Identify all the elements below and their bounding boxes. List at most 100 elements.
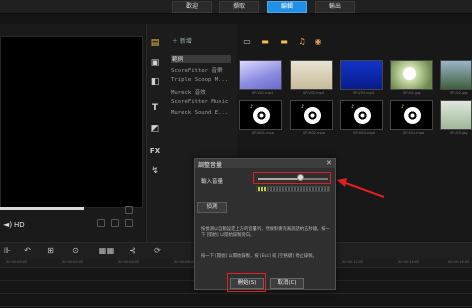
meter-segment [267,187,269,191]
ruler-label: 00:00:14:00 [398,260,420,264]
instruction-text-2: 按一下 [開始] 以開始錄製，按 [Esc] 或 [空格鍵] 停止錄製。 [201,254,317,259]
disc-icon [304,107,321,124]
volume-icon[interactable]: ◄) [3,220,12,229]
chapter-icon[interactable]: ▦ [105,246,116,256]
browse-icon[interactable]: ◉ [313,38,323,46]
thumbnail-image-3[interactable] [440,100,472,130]
audio-track[interactable] [0,295,472,307]
meter-segment [324,187,326,191]
library-item-triple-scoop[interactable]: Triple Scoop M... [171,77,228,83]
audio-mixer-icon[interactable]: ⊪ [2,246,13,256]
meter-segment [291,187,293,191]
meter-segment [279,187,281,191]
add-label: 新增 [179,38,192,45]
meter-segment [282,187,284,191]
music-note-icon: ♪ [250,104,254,110]
disc-icon [404,107,421,124]
split-icon[interactable]: ⊰ [127,246,138,256]
ruler-label: 00:00:02:00 [62,260,84,264]
snapshot-icon[interactable] [111,219,119,227]
disc-icon [354,107,371,124]
ruler-label: 00:00:06:00 [174,260,196,264]
library-item-sample[interactable]: 範例 [171,55,231,63]
caption-9: SP-S01.mpa [403,131,425,135]
thumbnail-video-2[interactable] [290,60,333,90]
close-icon[interactable]: ✕ [326,159,332,167]
caption-6: SP-M01.mpa [252,131,274,135]
meter-segment [273,187,275,191]
caption-5: SP-I02.jpg [450,91,468,95]
undo-icon[interactable]: ↶ [22,246,33,256]
top-menu-bar: 歡迎 擷取 編輯 輸出 [0,0,472,14]
video-filter-icon[interactable]: ▬ [260,38,270,46]
tab-capture[interactable]: 擷取 [219,1,259,13]
library-item-scorefitter-music[interactable]: ScoreFitter 音樂 [171,66,223,74]
music-note-icon: ♪ [401,104,405,110]
meter-segment [312,187,314,191]
cancel-button[interactable]: 取消(C) [270,278,304,289]
library-item-mureck-audio[interactable]: Mureck 音效 [171,88,206,96]
hd-label: HD [14,221,25,229]
record-icon[interactable]: ⊙ [70,246,81,256]
music-filter-icon[interactable]: ♫ [297,38,307,46]
highlight-box-slider [253,172,331,184]
caption-4: SP-I01.jpg [403,91,421,95]
meter-segment [300,187,302,191]
thumbnail-music-2[interactable]: ♪ [290,100,333,130]
ruler-label: 00:00:00:00 [6,260,28,264]
thumbnail-music-4[interactable]: ♪ [390,100,433,130]
loop-icon[interactable]: ⟳ [152,246,163,256]
image-filter-icon[interactable]: ▬ [279,38,289,46]
thumbnail-music-3[interactable]: ♪ [340,100,383,130]
tab-welcome[interactable]: 歡迎 [172,1,212,13]
caption-3: SP-V03.mp4 [353,91,375,95]
meter-segment [276,187,278,191]
meter-segment [306,187,308,191]
thumbnail-image-1[interactable] [390,60,433,90]
thumbnail-image-2[interactable] [440,60,472,90]
fx-icon[interactable]: FX [149,146,161,156]
add-library-button[interactable]: ＋ 新增 [172,36,192,45]
meter-segment [297,187,299,191]
playback-scrubber[interactable] [0,207,84,210]
thumbnail-video-1[interactable] [239,60,282,90]
tab-share[interactable]: 輸出 [315,1,355,13]
meter-segment [327,187,329,191]
start-button[interactable]: 開始(S) [230,278,264,289]
ruler-label: 00:00:12:00 [342,260,364,264]
text-icon[interactable]: T [149,103,161,113]
meter-segment [315,187,317,191]
caption-7: SP-M02.mpa [303,131,325,135]
meter-segment [318,187,320,191]
thumbnail-music-1[interactable]: ♪ [239,100,282,130]
settings-icon[interactable] [125,206,133,214]
caption-2: SP-V02.mp4 [303,91,325,95]
copy-icon[interactable] [125,219,133,227]
folder-icon[interactable]: ▤ [149,38,161,48]
path-icon[interactable]: ↯ [149,166,161,176]
meter-segment [261,187,263,191]
effect-icon[interactable]: ◧ [149,77,161,87]
detect-button[interactable]: 偵測 [197,202,227,213]
transition-icon[interactable]: ◩ [149,124,161,134]
folder-icon[interactable]: ▭ [242,38,252,46]
ruler-label: 00:00:04:00 [118,260,140,264]
thumbnail-video-3[interactable] [340,60,383,90]
meter-segment [285,187,287,191]
redo-icon[interactable]: ⊞ [45,246,56,256]
caption-10: SP-I03.jpg [450,131,468,135]
enlarge-icon[interactable] [97,219,105,227]
video-icon[interactable]: ▣ [149,58,161,68]
caption-8: SP-M03.mpa [353,131,375,135]
meter-segment [303,187,305,191]
tab-edit[interactable]: 編輯 [267,1,307,13]
library-item-scorefitter-en[interactable]: ScoreFitter Music [171,99,228,105]
meter-segment [321,187,323,191]
library-item-mureck-sound[interactable]: Mureck Sound E... [171,110,228,116]
instruction-text-1: 按偵測以自動設定上方的音量列，然後對麥克風說話約五秒鐘。按一下 [開始] 以開始… [201,227,330,238]
ruler-label: 00:00:16:00 [448,260,470,264]
meter-segment [264,187,266,191]
preview-screen [0,36,143,208]
music-note-icon: ♪ [351,104,355,110]
music-note-icon: ♪ [301,104,305,110]
